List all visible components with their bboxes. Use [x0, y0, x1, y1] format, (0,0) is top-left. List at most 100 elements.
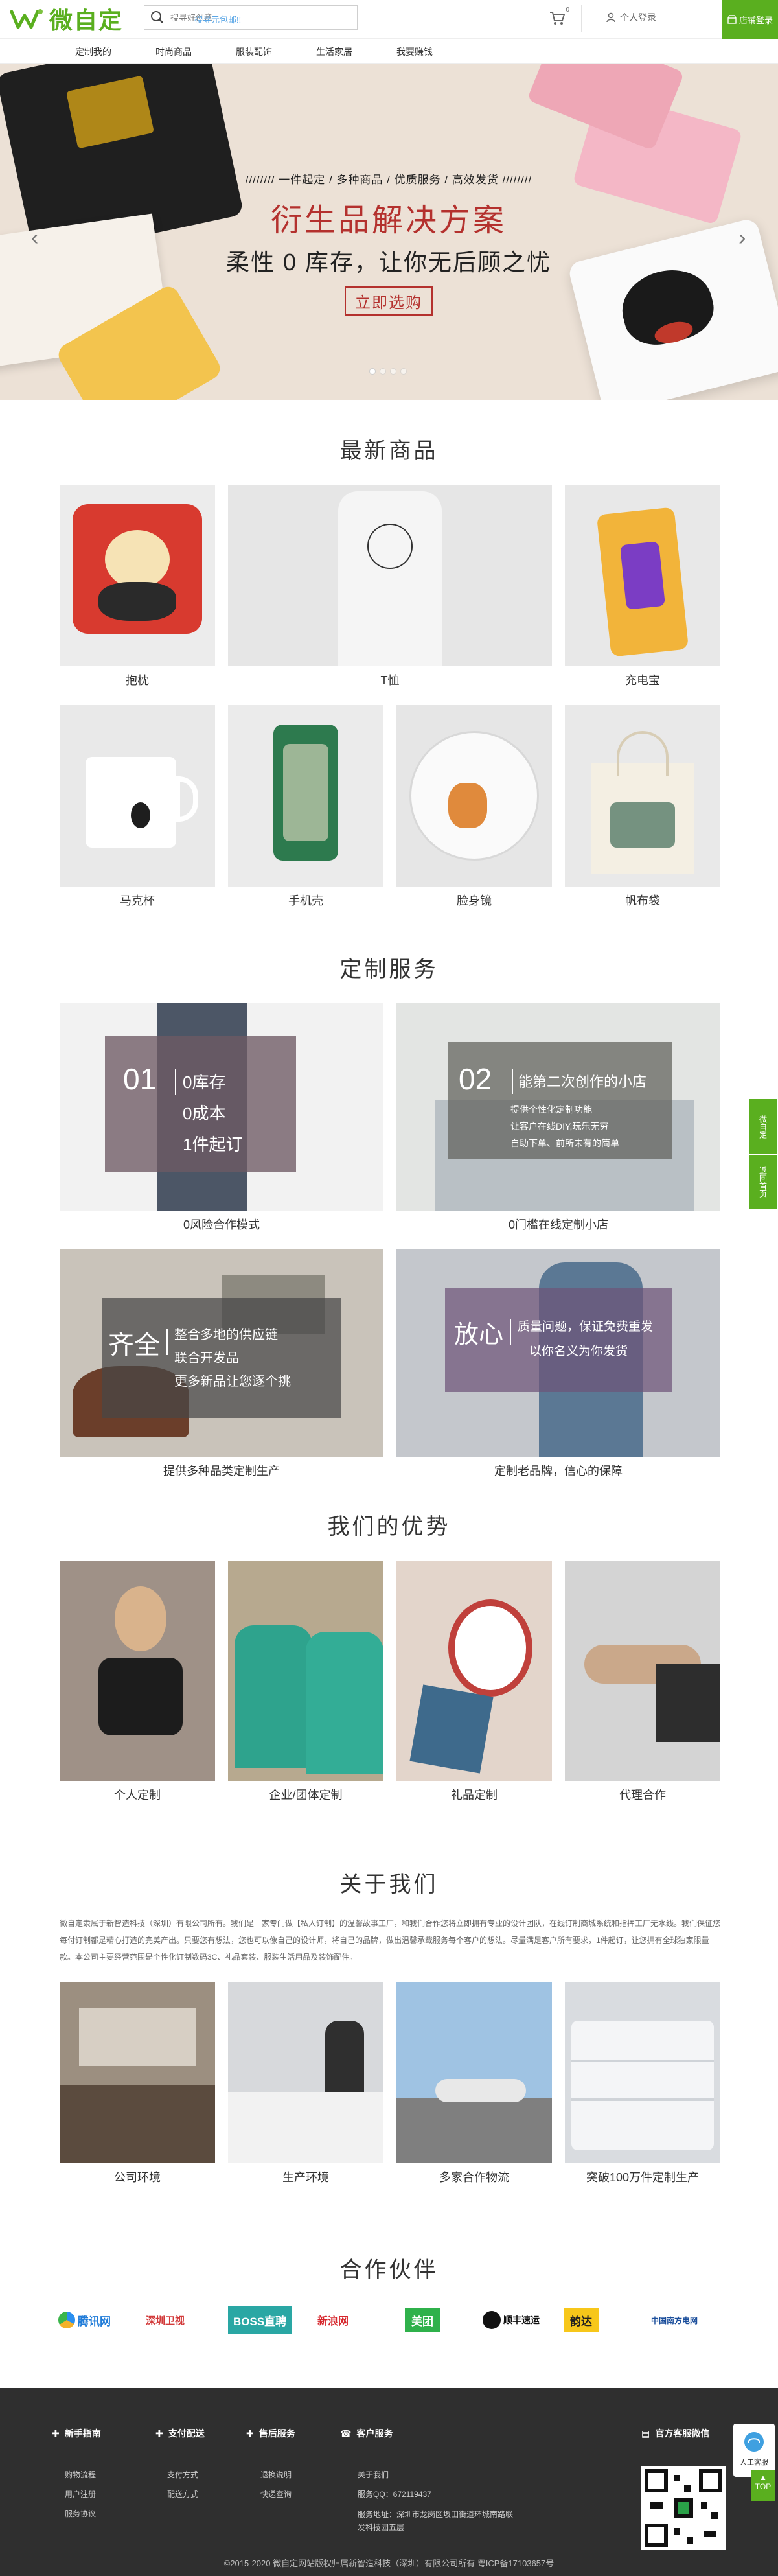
product-label[interactable]: T恤: [228, 671, 552, 688]
advantage-label[interactable]: 个人定制: [60, 1786, 215, 1803]
about-card-production[interactable]: 生产环境: [228, 1982, 383, 2185]
cart-button[interactable]: 0: [546, 6, 569, 29]
about-card-logistics[interactable]: 多家合作物流: [396, 1982, 552, 2185]
search-icon[interactable]: [144, 6, 170, 29]
partner-logo-yunda[interactable]: 韵达: [564, 2308, 599, 2332]
service-card-variety[interactable]: 齐全 整合多地的供应链 联合开发品 更多新品让您逐个挑 提供多种品类定制生产: [60, 1249, 383, 1479]
advantage-label[interactable]: 代理合作: [565, 1786, 720, 1803]
advantage-label[interactable]: 礼品定制: [396, 1786, 552, 1803]
service-card-trust[interactable]: 放心 质量问题，保证免费重发 以你名义为你发货 定制老品牌，信心的保障: [396, 1249, 720, 1479]
store-login-button[interactable]: 店铺登录: [722, 0, 778, 39]
about-label[interactable]: 突破100万件定制生产: [565, 2168, 720, 2185]
nav-item[interactable]: 时尚商品: [155, 45, 192, 58]
about-card-volume[interactable]: 突破100万件定制生产: [565, 1982, 720, 2185]
footer-link[interactable]: 配送方式: [167, 2489, 198, 2500]
footer-link[interactable]: 快递查询: [260, 2489, 292, 2500]
hero-next-arrow-icon[interactable]: ›: [738, 226, 746, 251]
service-number: 02: [459, 1062, 492, 1096]
sf-logo-icon: [483, 2311, 501, 2329]
product-card-phonecase[interactable]: 手机壳: [228, 705, 383, 909]
footer-link[interactable]: 关于我们: [358, 2469, 389, 2480]
qr-code-icon: [645, 2469, 722, 2547]
footer-col-head: ✚ 售后服务: [246, 2427, 295, 2440]
partner-logo-boss[interactable]: BOSS直聘: [228, 2306, 292, 2334]
carousel-dot[interactable]: [400, 368, 407, 375]
partner-logo-shenzhen-tv[interactable]: 深圳卫视: [146, 2304, 185, 2336]
about-image: [396, 1982, 552, 2163]
product-label[interactable]: 充电宝: [565, 671, 720, 688]
service-label[interactable]: 0风险合作模式: [60, 1216, 383, 1233]
search-bar[interactable]: [144, 5, 358, 30]
nav-item[interactable]: 定制我的: [75, 45, 111, 58]
hero-text: //////// 一件起定 / 多种商品 / 优质服务 / 高效发货 /////…: [220, 170, 557, 316]
guide-icon: ✚: [52, 2428, 60, 2439]
carousel-dot[interactable]: [390, 368, 396, 375]
service-label[interactable]: 定制老品牌，信心的保障: [396, 1462, 720, 1479]
product-card-mug[interactable]: 马克杯: [60, 705, 215, 909]
footer-link[interactable]: 服务协议: [65, 2508, 96, 2519]
service-label[interactable]: 0门槛在线定制小店: [396, 1216, 720, 1233]
partner-logo-sf[interactable]: 顺丰速运: [483, 2304, 540, 2336]
hero-subtitle: 柔性 0 库存，让你无后顾之忧: [225, 249, 552, 275]
nav-item[interactable]: 生活家居: [316, 45, 352, 58]
product-label[interactable]: 脸身镜: [396, 892, 552, 909]
footer-link[interactable]: 支付方式: [167, 2469, 198, 2480]
product-card-mirror[interactable]: 脸身镜: [396, 705, 552, 909]
footer-col-title: 新手指南: [64, 2428, 101, 2439]
advantage-label[interactable]: 企业/团体定制: [228, 1786, 383, 1803]
store-icon: [727, 15, 737, 24]
side-tab-home[interactable]: 返回首页: [749, 1154, 777, 1209]
logo[interactable]: 微自定: [9, 4, 123, 34]
footer-link[interactable]: 退换说明: [260, 2469, 292, 2480]
nav-item[interactable]: 我要赚钱: [396, 45, 433, 58]
advantage-card-team[interactable]: 企业/团体定制: [228, 1561, 383, 1803]
service-card-online-store[interactable]: 02 能第二次创作的小店 提供个性化定制功能 让客户在线DIY,玩乐无穷 自助下…: [396, 1003, 720, 1233]
service-line: 质量问题，保证免费重发: [518, 1320, 654, 1334]
footer-link[interactable]: 服务地址：深圳市龙岗区坂田街道环城南路联发科技园五层: [358, 2508, 520, 2534]
product-card-totebag[interactable]: 帆布袋: [565, 705, 720, 909]
about-label[interactable]: 公司环境: [60, 2168, 215, 2185]
about-image: [565, 1982, 720, 2163]
partner-logo-meituan[interactable]: 美团: [405, 2308, 440, 2332]
search-hint[interactable]: 搜寻元包邮!!: [194, 13, 241, 25]
about-card-office[interactable]: 公司环境: [60, 1982, 215, 2185]
product-card-tshirt[interactable]: T恤: [228, 485, 552, 688]
advantage-card-gift[interactable]: 礼品定制: [396, 1561, 552, 1803]
about-label[interactable]: 多家合作物流: [396, 2168, 552, 2185]
carousel-dot[interactable]: [380, 368, 386, 375]
back-to-top-button[interactable]: ▲ TOP: [751, 2470, 775, 2501]
user-login-link[interactable]: 个人登录: [606, 11, 656, 24]
footer-link[interactable]: 服务QQ：672119437: [358, 2489, 431, 2500]
product-label[interactable]: 帆布袋: [565, 892, 720, 909]
side-tab-brand[interactable]: 微自定: [749, 1099, 777, 1154]
service-label[interactable]: 提供多种品类定制生产: [60, 1462, 383, 1479]
hero-banner[interactable]: //////// 一件起定 / 多种商品 / 优质服务 / 高效发货 /////…: [0, 64, 778, 400]
partner-name: 韵达: [570, 2315, 592, 2328]
about-label[interactable]: 生产环境: [228, 2168, 383, 2185]
side-customer-service[interactable]: 人工客服: [733, 2424, 775, 2477]
product-label[interactable]: 马克杯: [60, 892, 215, 909]
product-card-pillow[interactable]: 抱枕: [60, 485, 215, 688]
partner-logo-sina[interactable]: 新浪网: [317, 2304, 349, 2336]
footer-link[interactable]: 购物流程: [65, 2469, 96, 2480]
product-label[interactable]: 手机壳: [228, 892, 383, 909]
hero-tagline: //////// 一件起定 / 多种商品 / 优质服务 / 高效发货 /////…: [245, 174, 532, 186]
footer-link[interactable]: 用户注册: [65, 2489, 96, 2500]
partner-logo-csg[interactable]: 中国南方电网: [651, 2304, 698, 2336]
product-image: [396, 705, 552, 887]
partner-name: 深圳卫视: [146, 2315, 185, 2327]
product-card-powerbank[interactable]: 充电宝: [565, 485, 720, 688]
advantage-card-agent[interactable]: 代理合作: [565, 1561, 720, 1803]
service-card-zero-risk[interactable]: 01 0库存 0成本 1件起订 0风险合作模式: [60, 1003, 383, 1233]
product-label[interactable]: 抱枕: [60, 671, 215, 688]
about-image: [60, 1982, 215, 2163]
nav-item[interactable]: 服装配饰: [236, 45, 272, 58]
advantage-card-personal[interactable]: 个人定制: [60, 1561, 215, 1803]
hero-shop-button[interactable]: 立即选购: [345, 286, 433, 316]
footer-col-title: 客户服务: [356, 2428, 393, 2439]
hero-prev-arrow-icon[interactable]: ‹: [31, 226, 38, 251]
headset-icon: [744, 2432, 764, 2452]
divider: [581, 5, 582, 32]
partner-logo-tencent[interactable]: 腾讯网: [58, 2304, 111, 2336]
carousel-dot[interactable]: [369, 368, 376, 375]
